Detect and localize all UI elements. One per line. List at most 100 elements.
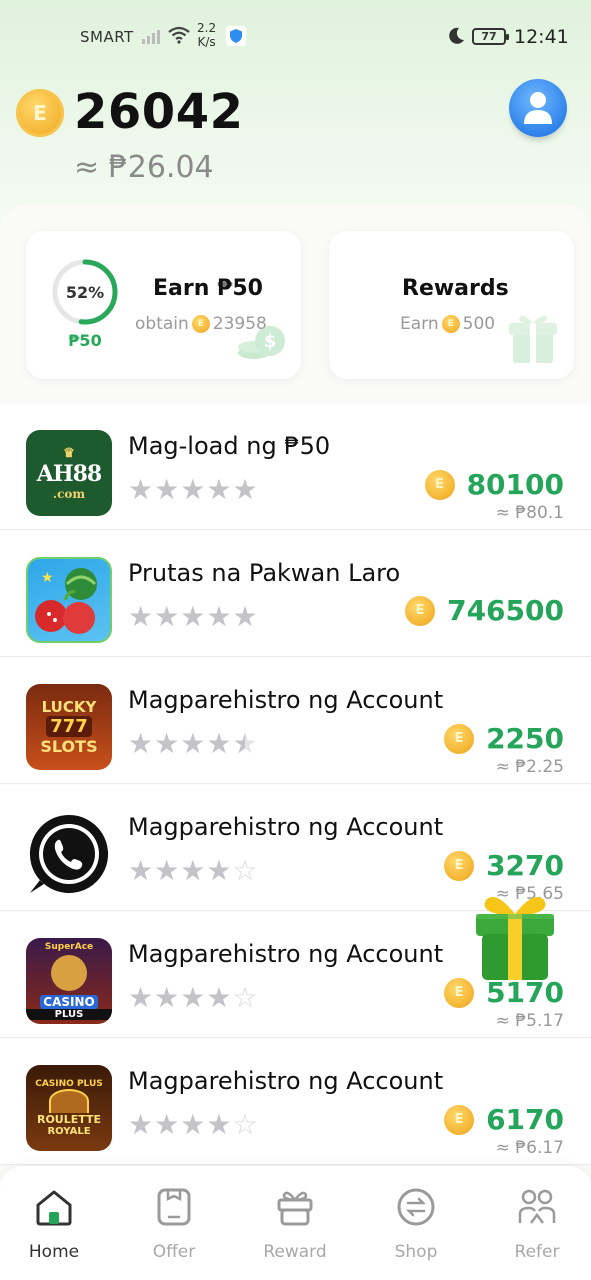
star-icon: ★: [154, 600, 180, 633]
icon-text: ROULETTE: [36, 1113, 102, 1126]
nav-label: Reward: [263, 1242, 327, 1262]
star-rating: ★ ★ ★ ★ ☆: [128, 984, 258, 1012]
coin-icon: E: [191, 315, 210, 333]
offer-row[interactable]: ★ Prutas na Pakwan Laro ★ ★ ★ ★ ★ E 746500: [0, 531, 591, 657]
user-icon: [524, 92, 552, 124]
icon-text: AH88: [36, 460, 102, 487]
rewards-title: Rewards: [402, 276, 509, 301]
star-icon: ★: [128, 981, 154, 1014]
star-icon: ★: [154, 981, 180, 1014]
offer-row[interactable]: CASINO PLUS ROULETTE ROYALE Magparehistr…: [0, 1039, 591, 1165]
gift-icon: [476, 897, 554, 980]
star-icon: ★: [206, 1108, 232, 1141]
rewards-card[interactable]: Rewards Earn E 500: [329, 231, 574, 379]
svg-text:$: $: [264, 331, 277, 352]
progress-percent: 52%: [65, 282, 105, 302]
floating-gift-button[interactable]: [468, 888, 562, 984]
coin-icon: E: [405, 595, 436, 626]
earn-card[interactable]: 52% ₱50 Earn ₱50 obtain E 23958 $: [26, 231, 301, 379]
battery-icon: 77: [472, 28, 509, 45]
nav-label: Shop: [394, 1242, 438, 1262]
offer-row[interactable]: LUCKY 777 SLOTS Magparehistro ng Account…: [0, 658, 591, 784]
gift-icon: [509, 315, 557, 363]
nav-home[interactable]: Home: [4, 1184, 104, 1262]
star-icon: ★: [128, 600, 154, 633]
star-rating: ★ ★ ★ ★ ★: [128, 603, 258, 631]
offer-title: Magparehistro ng Account: [128, 813, 444, 841]
star-icon: ★: [128, 727, 154, 760]
gift-icon: [277, 1191, 313, 1226]
star-icon: ☆: [232, 854, 258, 887]
coin-icon: E: [16, 89, 64, 137]
offer-title: Magparehistro ng Account: [128, 686, 444, 714]
icon-text: LUCKY: [41, 698, 97, 716]
reward-peso: ≈ ₱80.1: [495, 503, 564, 523]
rewards-sub-prefix: Earn: [400, 314, 439, 334]
nav-refer[interactable]: Refer: [487, 1184, 587, 1262]
reward-coins: 6170: [486, 1103, 564, 1136]
reward-amount: E 746500: [405, 594, 564, 627]
lucky-slots-logo-icon: LUCKY 777 SLOTS: [26, 684, 112, 770]
offer-icon: [157, 1188, 191, 1226]
nav-reward[interactable]: Reward: [245, 1184, 345, 1262]
bottom-nav: Home Offer Reward Shop Refer: [0, 1165, 591, 1280]
nav-label: Refer: [514, 1242, 560, 1262]
progress-amount: ₱50: [68, 331, 102, 350]
nav-shop[interactable]: Shop: [366, 1184, 466, 1262]
refer-icon: [518, 1189, 556, 1224]
carrier-label: SMART: [80, 28, 134, 46]
earn-title: Earn ₱50: [153, 276, 263, 301]
rewards-sub-value: 500: [462, 314, 496, 334]
shield-icon: [226, 26, 246, 50]
star-rating: ★ ★ ★ ★ ☆: [128, 1111, 258, 1139]
star-icon: ★: [206, 854, 232, 887]
icon-subtext: SLOTS: [40, 737, 98, 756]
star-icon: ☆: [232, 981, 258, 1014]
star-icon: ★: [206, 473, 232, 506]
icon-subtext: .com: [52, 486, 86, 501]
star-icon: ★: [232, 600, 258, 633]
superace-casino-logo-icon: SuperAce CASINO PLUS: [26, 938, 112, 1024]
home-icon: [36, 1190, 72, 1226]
reward-amount: E 6170: [444, 1103, 564, 1136]
wifi-icon: [168, 26, 190, 48]
profile-avatar-button[interactable]: [509, 79, 567, 137]
speed-unit: K/s: [197, 35, 216, 49]
star-icon: ★: [180, 854, 206, 887]
star-icon: ★: [206, 727, 232, 760]
star-icon: ★: [232, 727, 258, 760]
nav-label: Offer: [152, 1242, 196, 1262]
earn-sub-prefix: obtain: [135, 314, 189, 334]
reward-amount: E 3270: [444, 849, 564, 882]
rewards-subtitle: Earn E 500: [400, 314, 495, 334]
star-rating: ★ ★ ★ ★ ☆: [128, 857, 258, 885]
star-icon: ★: [128, 473, 154, 506]
offer-title: Magparehistro ng Account: [128, 940, 444, 968]
star-rating: ★ ★ ★ ★ ★: [128, 730, 258, 758]
offer-row[interactable]: ♛ AH88 .com Mag-load ng ₱50 ★ ★ ★ ★ ★ E 8010…: [0, 404, 591, 530]
svg-text:★: ★: [41, 570, 54, 586]
offer-title: Magparehistro ng Account: [128, 1067, 444, 1095]
reward-peso: ≈ ₱5.17: [495, 1011, 564, 1031]
shop-icon: [397, 1188, 435, 1226]
peso-equivalent: ≈ ₱26.04: [74, 150, 214, 185]
icon-subtext: ROYALE: [47, 1126, 91, 1137]
offer-title: Prutas na Pakwan Laro: [128, 559, 401, 587]
star-icon: ★: [154, 727, 180, 760]
reward-coins: 746500: [447, 594, 564, 627]
coin-balance: 26042: [74, 84, 244, 140]
star-rating: ★ ★ ★ ★ ★: [128, 476, 258, 504]
star-icon: ★: [180, 600, 206, 633]
icon-text: CASINO: [40, 995, 98, 1009]
nav-label: Home: [28, 1242, 80, 1262]
clock: 12:41: [514, 26, 569, 48]
nav-offer[interactable]: Offer: [124, 1184, 224, 1262]
signal-icon: [142, 28, 160, 44]
ah88-logo-icon: ♛ AH88 .com: [26, 430, 112, 516]
star-icon: ★: [180, 727, 206, 760]
reward-peso: ≈ ₱2.25: [495, 757, 564, 777]
star-icon: ★: [154, 473, 180, 506]
star-icon: ★: [128, 1108, 154, 1141]
money-icon: $: [238, 326, 285, 359]
star-icon: ★: [232, 473, 258, 506]
